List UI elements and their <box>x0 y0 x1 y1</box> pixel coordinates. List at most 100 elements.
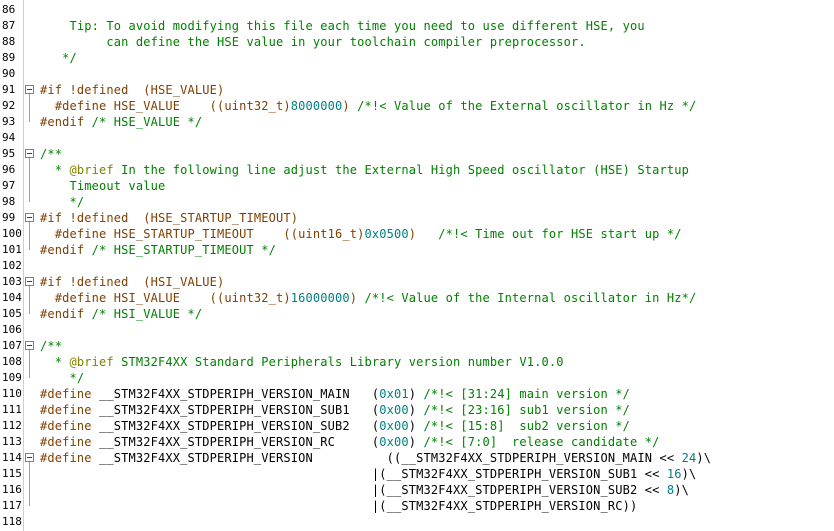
code-token: )\ <box>696 451 712 465</box>
code-text: #define __STM32F4XX_STDPERIPH_VERSION_SU… <box>40 402 630 418</box>
code-token: /*!< [7:0] release candidate */ <box>423 435 660 449</box>
code-text: #endif /* HSE_STARTUP_TIMEOUT */ <box>40 242 276 258</box>
line-number: 109 <box>2 371 22 384</box>
code-token: #endif <box>40 307 92 321</box>
code-token: In the following line adjust the Externa… <box>113 163 689 177</box>
line-number: 103 <box>2 275 22 288</box>
code-line-115[interactable]: 115 |(__STM32F4XX_STDPERIPH_VERSION_SUB1… <box>0 466 834 482</box>
code-line-110[interactable]: 110 #define __STM32F4XX_STDPERIPH_VERSION… <box>0 386 834 402</box>
code-text: * @brief STM32F4XX Standard Peripherals … <box>40 354 564 370</box>
code-line-107[interactable]: 107 /** <box>0 338 834 354</box>
code-line-113[interactable]: 113 #define __STM32F4XX_STDPERIPH_VERSION… <box>0 434 834 450</box>
code-text: #define __STM32F4XX_STDPERIPH_VERSION_RC… <box>40 434 660 450</box>
code-line-99[interactable]: 99 #if !defined (HSE_STARTUP_TIMEOUT) <box>0 210 834 226</box>
code-token: @brief <box>69 355 114 369</box>
code-line-112[interactable]: 112 #define __STM32F4XX_STDPERIPH_VERSION… <box>0 418 834 434</box>
fold-guide-line <box>29 94 30 122</box>
code-line-89[interactable]: 89 */ <box>0 50 834 66</box>
code-line-101[interactable]: 101 #endif /* HSE_STARTUP_TIMEOUT */ <box>0 242 834 258</box>
code-token: |(__STM32F4XX_STDPERIPH_VERSION_SUB1 << <box>40 467 667 481</box>
code-token: 0x00 <box>379 403 409 417</box>
line-number: 98 <box>2 195 16 208</box>
code-line-102[interactable]: 102 <box>0 258 834 274</box>
code-text: #if !defined (HSI_VALUE) <box>40 274 224 290</box>
code-line-94[interactable]: 94 <box>0 130 834 146</box>
code-line-91[interactable]: 91 #if !defined (HSE_VALUE) <box>0 82 834 98</box>
code-line-106[interactable]: 106 <box>0 322 834 338</box>
code-token: /*!< Value of the External oscillator in… <box>357 99 697 113</box>
code-text: #endif /* HSI_VALUE */ <box>40 306 202 322</box>
fold-toggle-icon[interactable] <box>25 341 34 350</box>
code-token: #define <box>40 451 99 465</box>
code-line-109[interactable]: 109 */ <box>0 370 834 386</box>
code-token: #define HSI_VALUE ((uint32_t) <box>40 291 291 305</box>
code-line-104[interactable]: 104 #define HSI_VALUE ((uint32_t)1600000… <box>0 290 834 306</box>
code-line-108[interactable]: 108 * @brief STM32F4XX Standard Peripher… <box>0 354 834 370</box>
code-line-87[interactable]: 87 Tip: To avoid modifying this file eac… <box>0 18 834 34</box>
line-number: 101 <box>2 243 22 256</box>
code-token: /*!< [23:16] sub1 version */ <box>423 403 630 417</box>
line-number: 94 <box>2 131 16 144</box>
code-line-103[interactable]: 103 #if !defined (HSI_VALUE) <box>0 274 834 290</box>
code-token: */ <box>40 195 85 209</box>
code-line-97[interactable]: 97 Timeout value <box>0 178 834 194</box>
code-text: |(__STM32F4XX_STDPERIPH_VERSION_RC)) <box>40 498 637 514</box>
code-line-93[interactable]: 93 #endif /* HSE_VALUE */ <box>0 114 834 130</box>
code-token: #if !defined (HSE_STARTUP_TIMEOUT) <box>40 211 299 225</box>
line-number: 110 <box>2 387 22 400</box>
code-token: #if !defined (HSI_VALUE) <box>40 275 225 289</box>
code-token: /*!< Time out for HSE start up */ <box>438 227 682 241</box>
code-editor[interactable]: 86 87 Tip: To avoid modifying this file e… <box>0 0 834 531</box>
code-line-118[interactable]: 118 <box>0 514 834 530</box>
code-token: #define HSE_STARTUP_TIMEOUT ((uint16_t) <box>40 227 365 241</box>
code-token: */ <box>40 51 77 65</box>
code-line-95[interactable]: 95 /** <box>0 146 834 162</box>
code-text: #define __STM32F4XX_STDPERIPH_VERSION_SU… <box>40 418 630 434</box>
code-text: * @brief In the following line adjust th… <box>40 162 689 178</box>
fold-toggle-icon[interactable] <box>25 277 34 286</box>
code-line-111[interactable]: 111 #define __STM32F4XX_STDPERIPH_VERSION… <box>0 402 834 418</box>
code-token: * <box>40 355 70 369</box>
line-number: 111 <box>2 403 22 416</box>
code-token: ) <box>408 419 424 433</box>
code-token: ) <box>408 387 424 401</box>
fold-toggle-icon[interactable] <box>25 453 34 462</box>
code-line-117[interactable]: 117 |(__STM32F4XX_STDPERIPH_VERSION_RC)) <box>0 498 834 514</box>
code-line-88[interactable]: 88 can define the HSE value in your tool… <box>0 34 834 50</box>
code-token: __STM32F4XX_STDPERIPH_VERSION_MAIN ( <box>99 387 380 401</box>
code-token: ) <box>349 291 365 305</box>
fold-guide-line <box>29 286 30 314</box>
fold-toggle-icon[interactable] <box>25 85 34 94</box>
line-number: 96 <box>2 163 16 176</box>
code-line-90[interactable]: 90 <box>0 66 834 82</box>
line-number: 89 <box>2 51 16 64</box>
code-token: 8000000 <box>290 99 343 113</box>
code-token: )\ <box>681 467 697 481</box>
code-token: */ <box>40 371 85 385</box>
code-line-114[interactable]: 114 #define __STM32F4XX_STDPERIPH_VERSION… <box>0 450 834 466</box>
code-line-92[interactable]: 92 #define HSE_VALUE ((uint32_t)8000000)… <box>0 98 834 114</box>
line-number: 116 <box>2 483 22 496</box>
code-text: #if !defined (HSE_VALUE) <box>40 82 224 98</box>
code-line-105[interactable]: 105 #endif /* HSI_VALUE */ <box>0 306 834 322</box>
code-token: /* HSI_VALUE */ <box>91 307 203 321</box>
line-number: 117 <box>2 499 22 512</box>
code-line-96[interactable]: 96 * @brief In the following line adjust… <box>0 162 834 178</box>
line-number: 106 <box>2 323 22 336</box>
code-token: #if !defined (HSE_VALUE) <box>40 83 225 97</box>
code-line-98[interactable]: 98 */ <box>0 194 834 210</box>
line-number: 93 <box>2 115 16 128</box>
line-number: 113 <box>2 435 22 448</box>
code-line-116[interactable]: 116 |(__STM32F4XX_STDPERIPH_VERSION_SUB2… <box>0 482 834 498</box>
code-token: 16000000 <box>290 291 350 305</box>
code-text: #if !defined (HSE_STARTUP_TIMEOUT) <box>40 210 298 226</box>
fold-toggle-icon[interactable] <box>25 213 34 222</box>
line-number: 86 <box>2 3 16 16</box>
code-token: ) <box>408 227 439 241</box>
fold-toggle-icon[interactable] <box>25 149 34 158</box>
code-line-100[interactable]: 100 #define HSE_STARTUP_TIMEOUT ((uint16… <box>0 226 834 242</box>
code-text: /** <box>40 338 62 354</box>
code-line-86[interactable]: 86 <box>0 2 834 18</box>
code-token: 0x0500 <box>364 227 409 241</box>
code-text: Timeout value <box>40 178 165 194</box>
